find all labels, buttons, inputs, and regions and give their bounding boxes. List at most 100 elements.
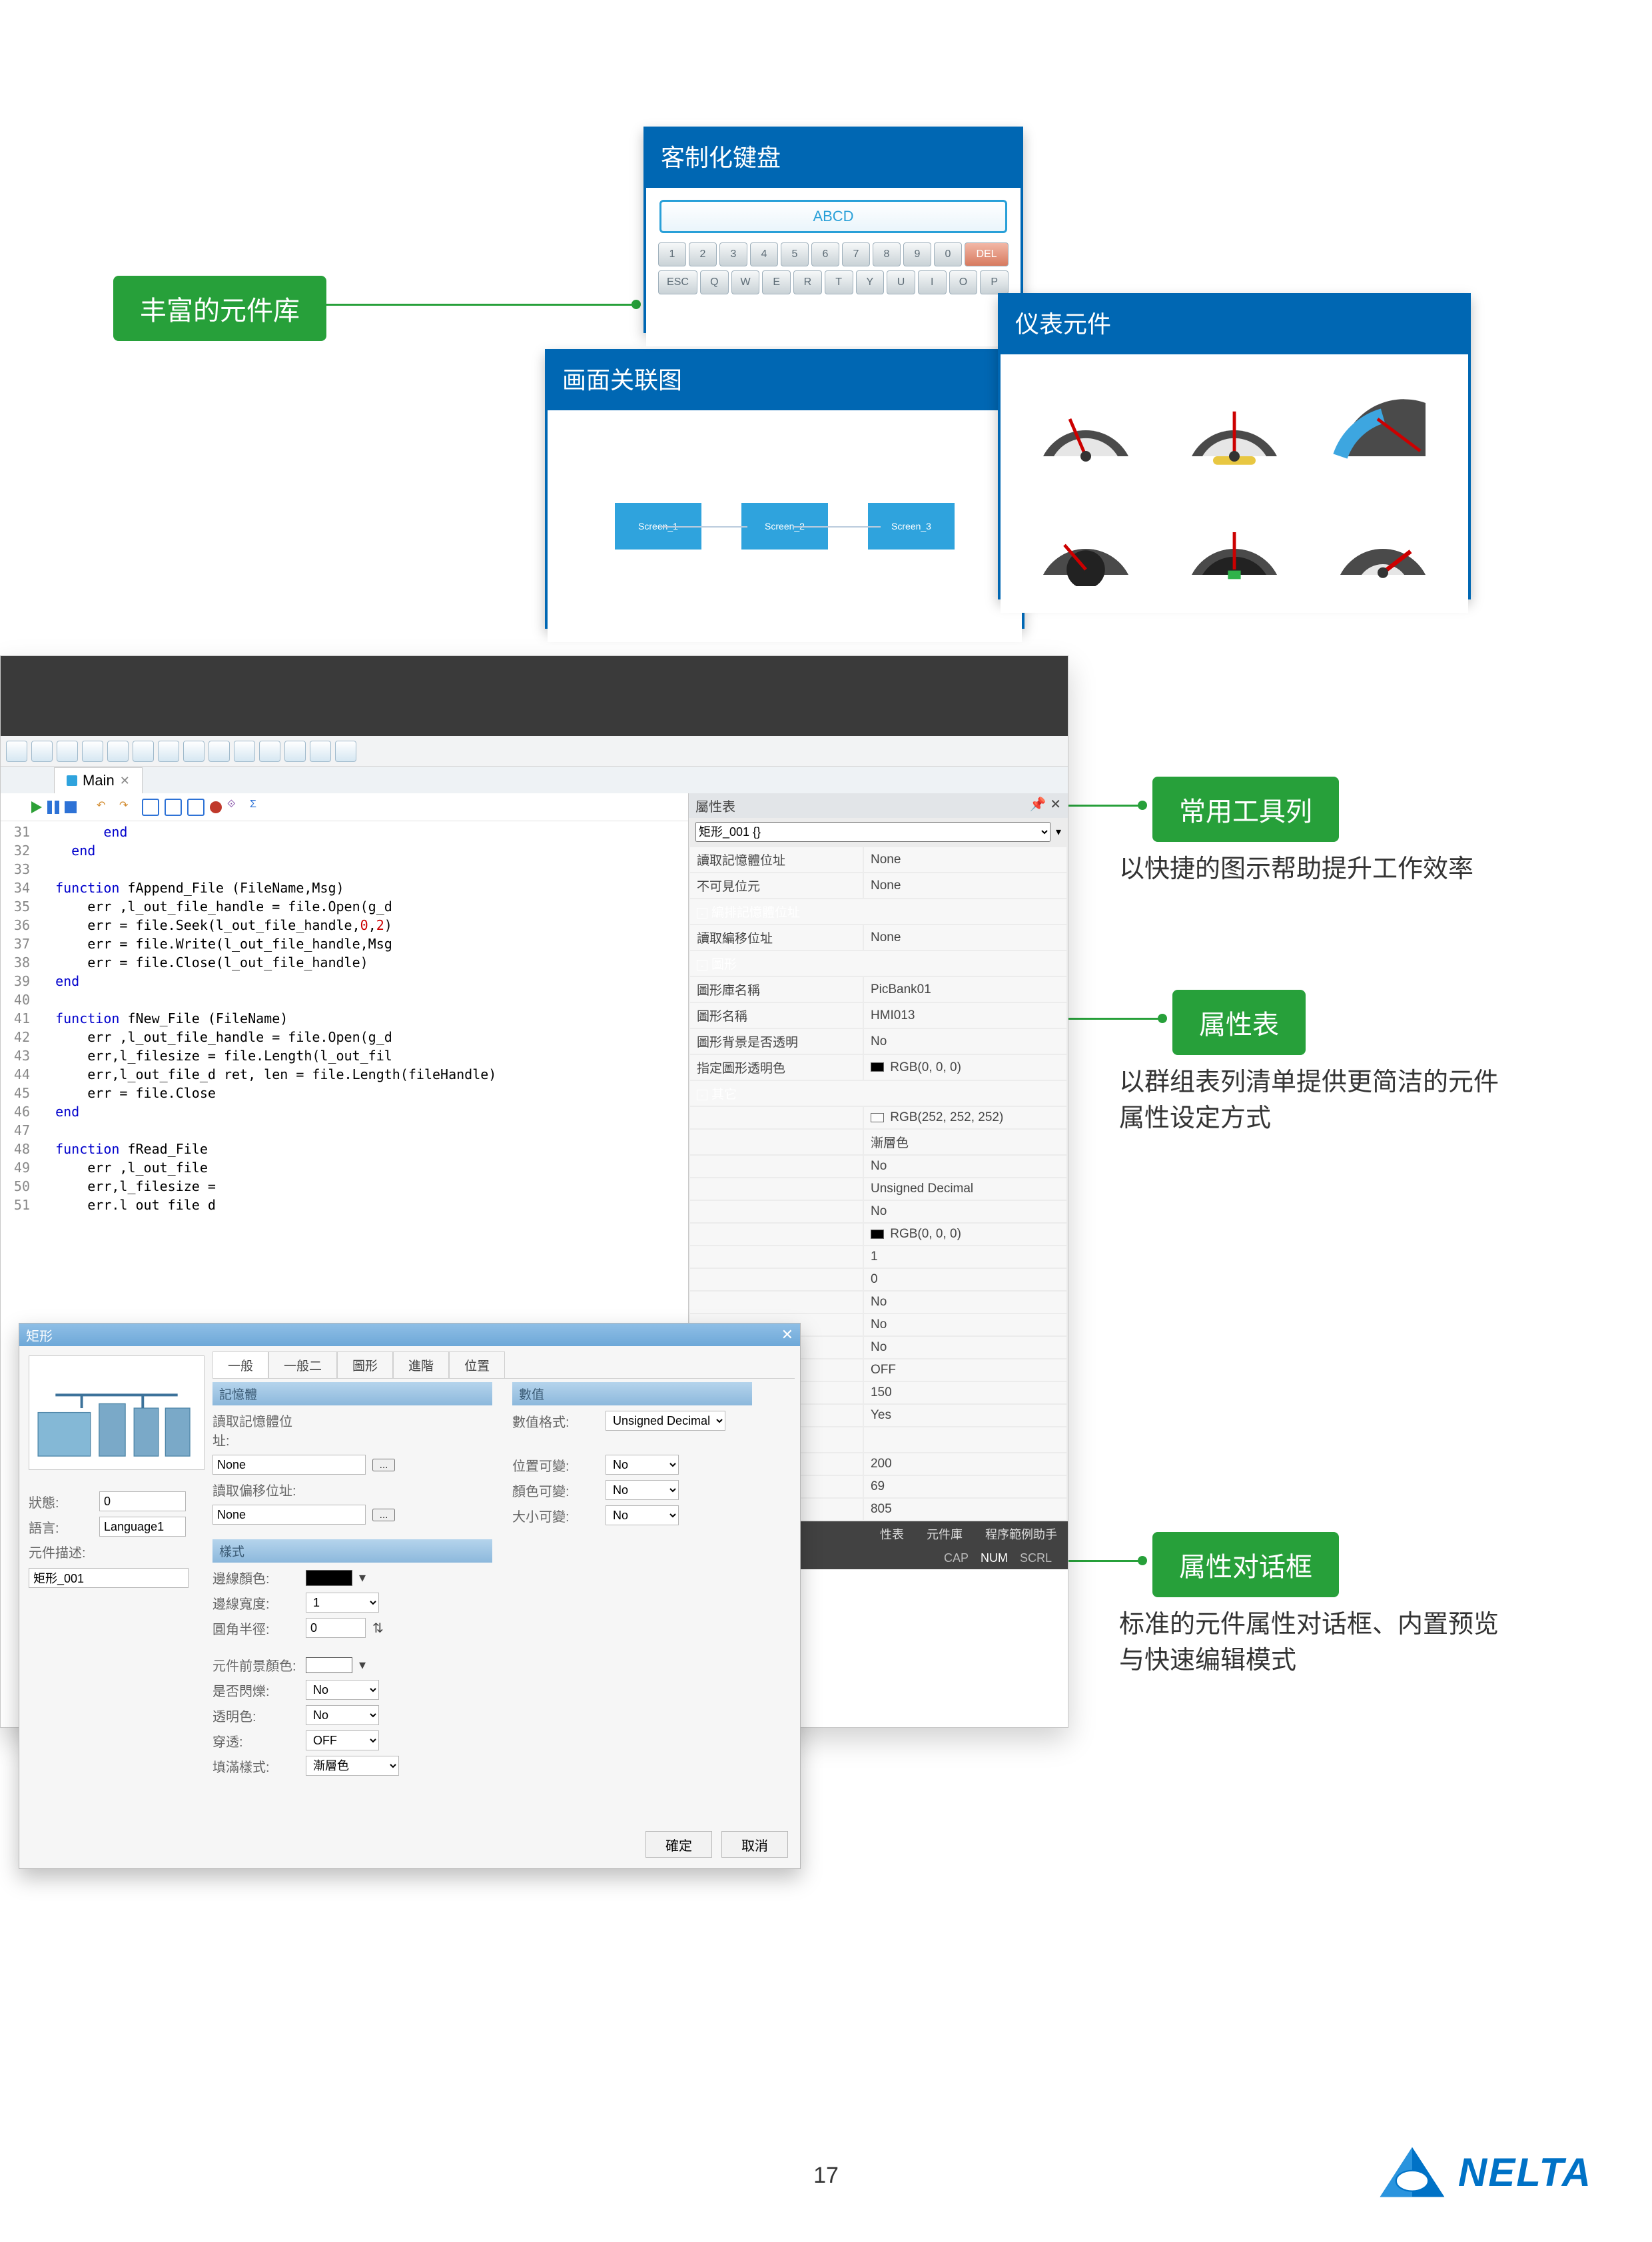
fill-select[interactable]: 漸層色 — [306, 1756, 399, 1776]
border-width-select[interactable]: 1 — [306, 1593, 379, 1613]
toolbar-button[interactable] — [82, 741, 103, 762]
fmt-select[interactable]: Unsigned Decimal — [606, 1411, 725, 1431]
toolbar-button[interactable] — [284, 741, 306, 762]
pause-icon[interactable] — [47, 801, 59, 814]
label: 讀取記憶體位址: — [212, 1411, 299, 1449]
color-swatch[interactable] — [306, 1570, 352, 1586]
group-style: 樣式 — [212, 1539, 492, 1563]
tray-tab[interactable]: 性表 — [869, 1521, 915, 1547]
callout-library: 丰富的元件库 — [113, 276, 326, 341]
chevron-down-icon[interactable]: ▾ — [359, 1569, 366, 1586]
transp-select[interactable]: No — [306, 1705, 379, 1725]
toolbar-button[interactable] — [310, 741, 331, 762]
diagram-node[interactable]: Screen_3 — [868, 503, 955, 550]
tray-tab[interactable]: 元件庫 — [916, 1521, 973, 1547]
tray-tab[interactable]: 程序範例助手 — [975, 1521, 1068, 1547]
color-select[interactable]: No — [606, 1480, 679, 1500]
label: 透明色: — [212, 1706, 299, 1725]
callout-desc: 标准的元件属性对话框、内置预览与快速编辑模式 — [1119, 1607, 1505, 1679]
group-value: 數值 — [512, 1382, 752, 1405]
label: 數值格式: — [512, 1411, 599, 1431]
radius-input[interactable] — [306, 1618, 366, 1638]
label: 讀取偏移位址: — [212, 1480, 299, 1499]
pin-icon[interactable]: 📌 ✕ — [1030, 796, 1061, 815]
label: 是否閃爍: — [212, 1681, 299, 1700]
stop-icon[interactable] — [65, 801, 77, 813]
logo-icon — [1376, 2142, 1449, 2202]
panel-title: 仪表元件 — [998, 293, 1471, 352]
label: 位置可變: — [512, 1455, 599, 1475]
cancel-button[interactable]: 取消 — [721, 1831, 788, 1858]
tab-main[interactable]: Main ✕ — [54, 767, 143, 793]
ok-button[interactable]: 確定 — [645, 1831, 712, 1858]
stepper-icon[interactable]: ⇅ — [372, 1620, 384, 1637]
panel-title: 屬性表 — [695, 796, 735, 815]
group-memory: 記憶體 — [212, 1382, 492, 1405]
breakpoint-icon[interactable] — [210, 801, 222, 813]
status-scrl: SCRL — [1020, 1551, 1052, 1565]
undo-icon[interactable]: ↶ — [97, 799, 114, 816]
callout-toolbar: 常用工具列 — [1152, 777, 1339, 842]
label-elem: 元件描述: — [29, 1542, 93, 1561]
lang-input[interactable] — [99, 1517, 186, 1537]
toolbar-button[interactable] — [57, 741, 78, 762]
ribbon — [1, 656, 1068, 736]
toolbar-button[interactable] — [107, 741, 129, 762]
label: 圓角半徑: — [212, 1619, 299, 1638]
dialog-tab[interactable]: 圖形 — [337, 1351, 393, 1378]
label: 邊線寬度: — [212, 1593, 299, 1613]
redo-icon[interactable]: ↷ — [119, 799, 137, 816]
pos-select[interactable]: No — [606, 1455, 679, 1475]
keyboard-display[interactable]: ABCD — [659, 200, 1007, 233]
dialog-tab[interactable]: 一般 — [212, 1351, 268, 1378]
offset-input[interactable] — [212, 1505, 366, 1525]
toolbar-button[interactable] — [133, 741, 154, 762]
chevron-down-icon[interactable]: ▾ — [359, 1657, 366, 1673]
browse-button[interactable]: … — [372, 1509, 395, 1521]
elem-input[interactable] — [29, 1568, 189, 1588]
addr-input[interactable] — [212, 1455, 366, 1475]
dialog-tab[interactable]: 一般二 — [268, 1351, 337, 1378]
state-input[interactable] — [99, 1491, 186, 1511]
step-icon[interactable] — [142, 799, 159, 816]
dialog-title: 矩形 — [26, 1325, 53, 1345]
tool-icon[interactable]: Σ — [250, 799, 267, 816]
grad-select[interactable]: OFF — [306, 1730, 379, 1750]
panel-gauge-widgets: 仪表元件 — [998, 293, 1471, 599]
panel-title: 画面关联图 — [545, 349, 1025, 408]
label: 元件前景顏色: — [212, 1655, 299, 1675]
color-swatch[interactable] — [306, 1657, 352, 1673]
close-icon[interactable]: ✕ — [781, 1326, 793, 1343]
step-icon[interactable] — [165, 799, 182, 816]
label: 穿透: — [212, 1731, 299, 1750]
gauge-icon — [1316, 490, 1451, 595]
callout-desc: 以快捷的图示帮助提升工作效率 — [1119, 851, 1492, 887]
toolbar-button[interactable] — [208, 741, 230, 762]
browse-button[interactable]: … — [372, 1459, 395, 1471]
toolbar-button[interactable] — [259, 741, 280, 762]
tool-icon[interactable]: ⟐ — [227, 799, 244, 816]
line-gutter: 3132333435363738394041424344454647484950… — [1, 821, 35, 1234]
run-icon[interactable] — [31, 801, 42, 813]
callout-desc: 以群组表列清单提供更简洁的元件属性设定方式 — [1119, 1064, 1505, 1136]
toolbar-button[interactable] — [31, 741, 53, 762]
preview-box — [29, 1355, 205, 1470]
dialog-tab[interactable]: 進階 — [393, 1351, 449, 1378]
tab-label: Main — [83, 772, 115, 789]
toolbar-button[interactable] — [6, 741, 27, 762]
toolbar-button[interactable] — [158, 741, 179, 762]
panel-screen-diagram: 画面关联图 Screen_1 Screen_2 Screen_3 — [545, 349, 1025, 629]
flash-select[interactable]: No — [306, 1680, 379, 1700]
toolbar-button[interactable] — [183, 741, 205, 762]
gauge-icon — [1316, 372, 1451, 477]
file-icon — [67, 775, 77, 786]
element-selector[interactable]: 矩形_001 {} — [695, 822, 1050, 842]
size-select[interactable]: No — [606, 1505, 679, 1525]
toolbar-button[interactable] — [335, 741, 356, 762]
step-icon[interactable] — [187, 799, 205, 816]
status-num: NUM — [981, 1551, 1008, 1565]
close-icon[interactable]: ✕ — [120, 774, 130, 788]
dialog-tab[interactable]: 位置 — [449, 1351, 505, 1378]
toolbar-button[interactable] — [234, 741, 255, 762]
chevron-down-icon[interactable]: ▾ — [1056, 825, 1061, 839]
